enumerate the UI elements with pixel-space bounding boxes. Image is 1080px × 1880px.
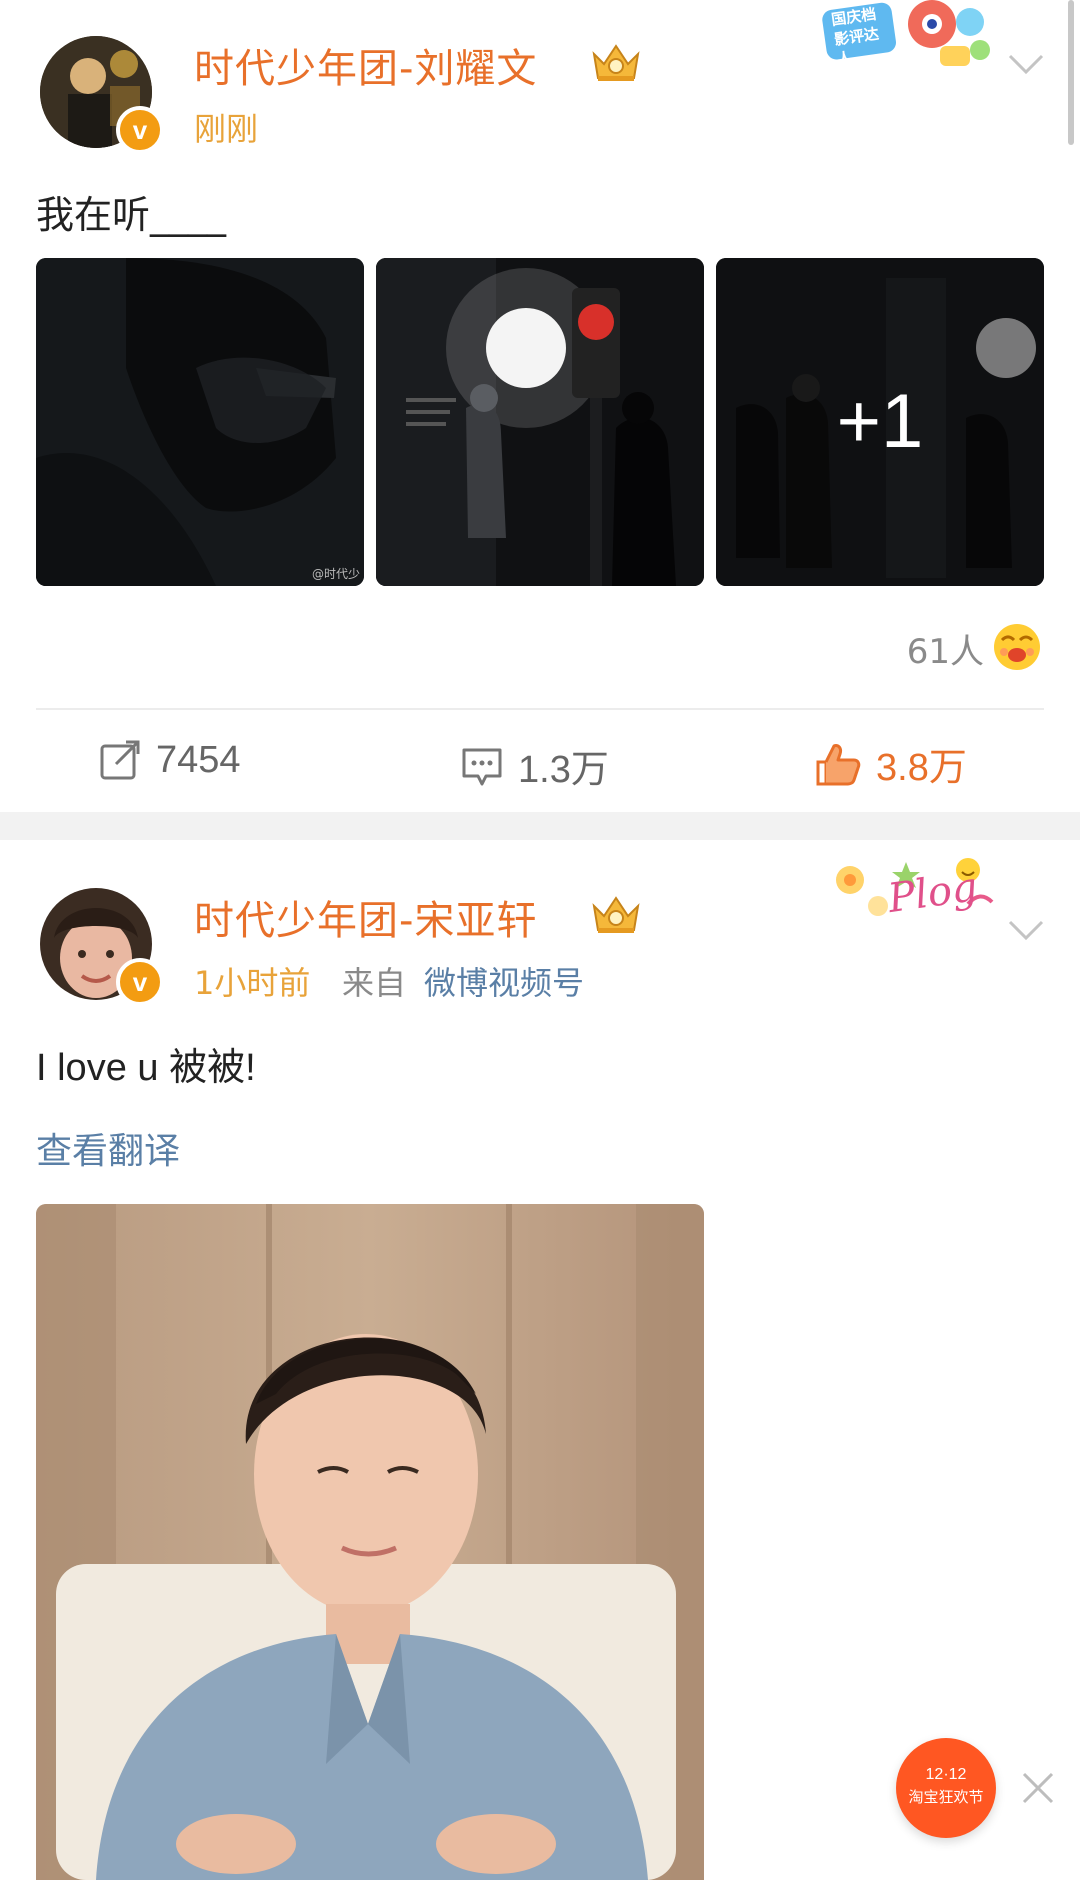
post-image[interactable] [36,1204,704,1880]
repost-count: 7454 [156,738,241,781]
repost-icon [100,740,140,780]
post-text: 我在听____ [36,193,227,237]
post-image-2[interactable] [376,258,704,586]
scrollbar[interactable] [1068,0,1074,145]
username[interactable]: 时代少年团-宋亚轩 [194,888,537,946]
post-time: 1小时前 [194,964,311,1002]
post-separator [0,812,1080,840]
crown-icon [590,892,642,936]
post-card-1: v 时代少年团-刘耀文 刚刚 国庆档影评达人 我在听____ @时代少 +1 6… [0,0,1080,812]
event-badge-sticker[interactable]: 国庆档影评达人 [820,0,1000,76]
floating-promo-button[interactable]: 12·12 淘宝狂欢节 [896,1738,996,1838]
reaction-count[interactable]: 61人 [907,624,984,673]
thumbs-up-icon [816,743,861,785]
chevron-down-icon[interactable] [1006,910,1046,950]
crown-icon [590,40,642,84]
like-count: 3.8万 [876,747,967,789]
plog-sticker[interactable]: Plog [828,850,998,930]
more-images-count: +1 [836,379,924,464]
post-image-1[interactable]: @时代少 [36,258,364,586]
repost-button[interactable]: 7454 [98,738,241,782]
image-watermark: @时代少 [311,567,360,581]
source-prefix: 来自 [342,964,407,1002]
like-button[interactable]: 3.8万 [814,736,967,791]
divider [36,708,1044,710]
promo-date: 12·12 [925,1766,967,1783]
comment-button[interactable]: 1.3万 [460,738,609,793]
post-time: 刚刚 [194,110,259,148]
post-image-3[interactable]: +1 [716,258,1044,586]
username[interactable]: 时代少年团-刘耀文 [194,36,537,94]
post-text: I love u 被被! [36,1047,256,1089]
event-badge-text: 国庆档影评达人 [830,4,881,69]
translate-link[interactable]: 查看翻译 [36,1122,180,1174]
verified-badge-icon: v [116,106,164,154]
close-icon[interactable] [1020,1770,1056,1806]
chevron-down-icon[interactable] [1006,44,1046,84]
promo-label: 淘宝狂欢节 [908,1788,984,1806]
comment-count: 1.3万 [518,749,609,791]
verified-badge-icon: v [116,958,164,1006]
reaction-emoji-icon[interactable] [992,622,1042,672]
comment-icon [462,748,502,785]
source-link[interactable]: 微博视频号 [424,958,584,1004]
post-card-2: v 时代少年团-宋亚轩 1小时前 来自 微博视频号 Plog I love u … [0,840,1080,1880]
